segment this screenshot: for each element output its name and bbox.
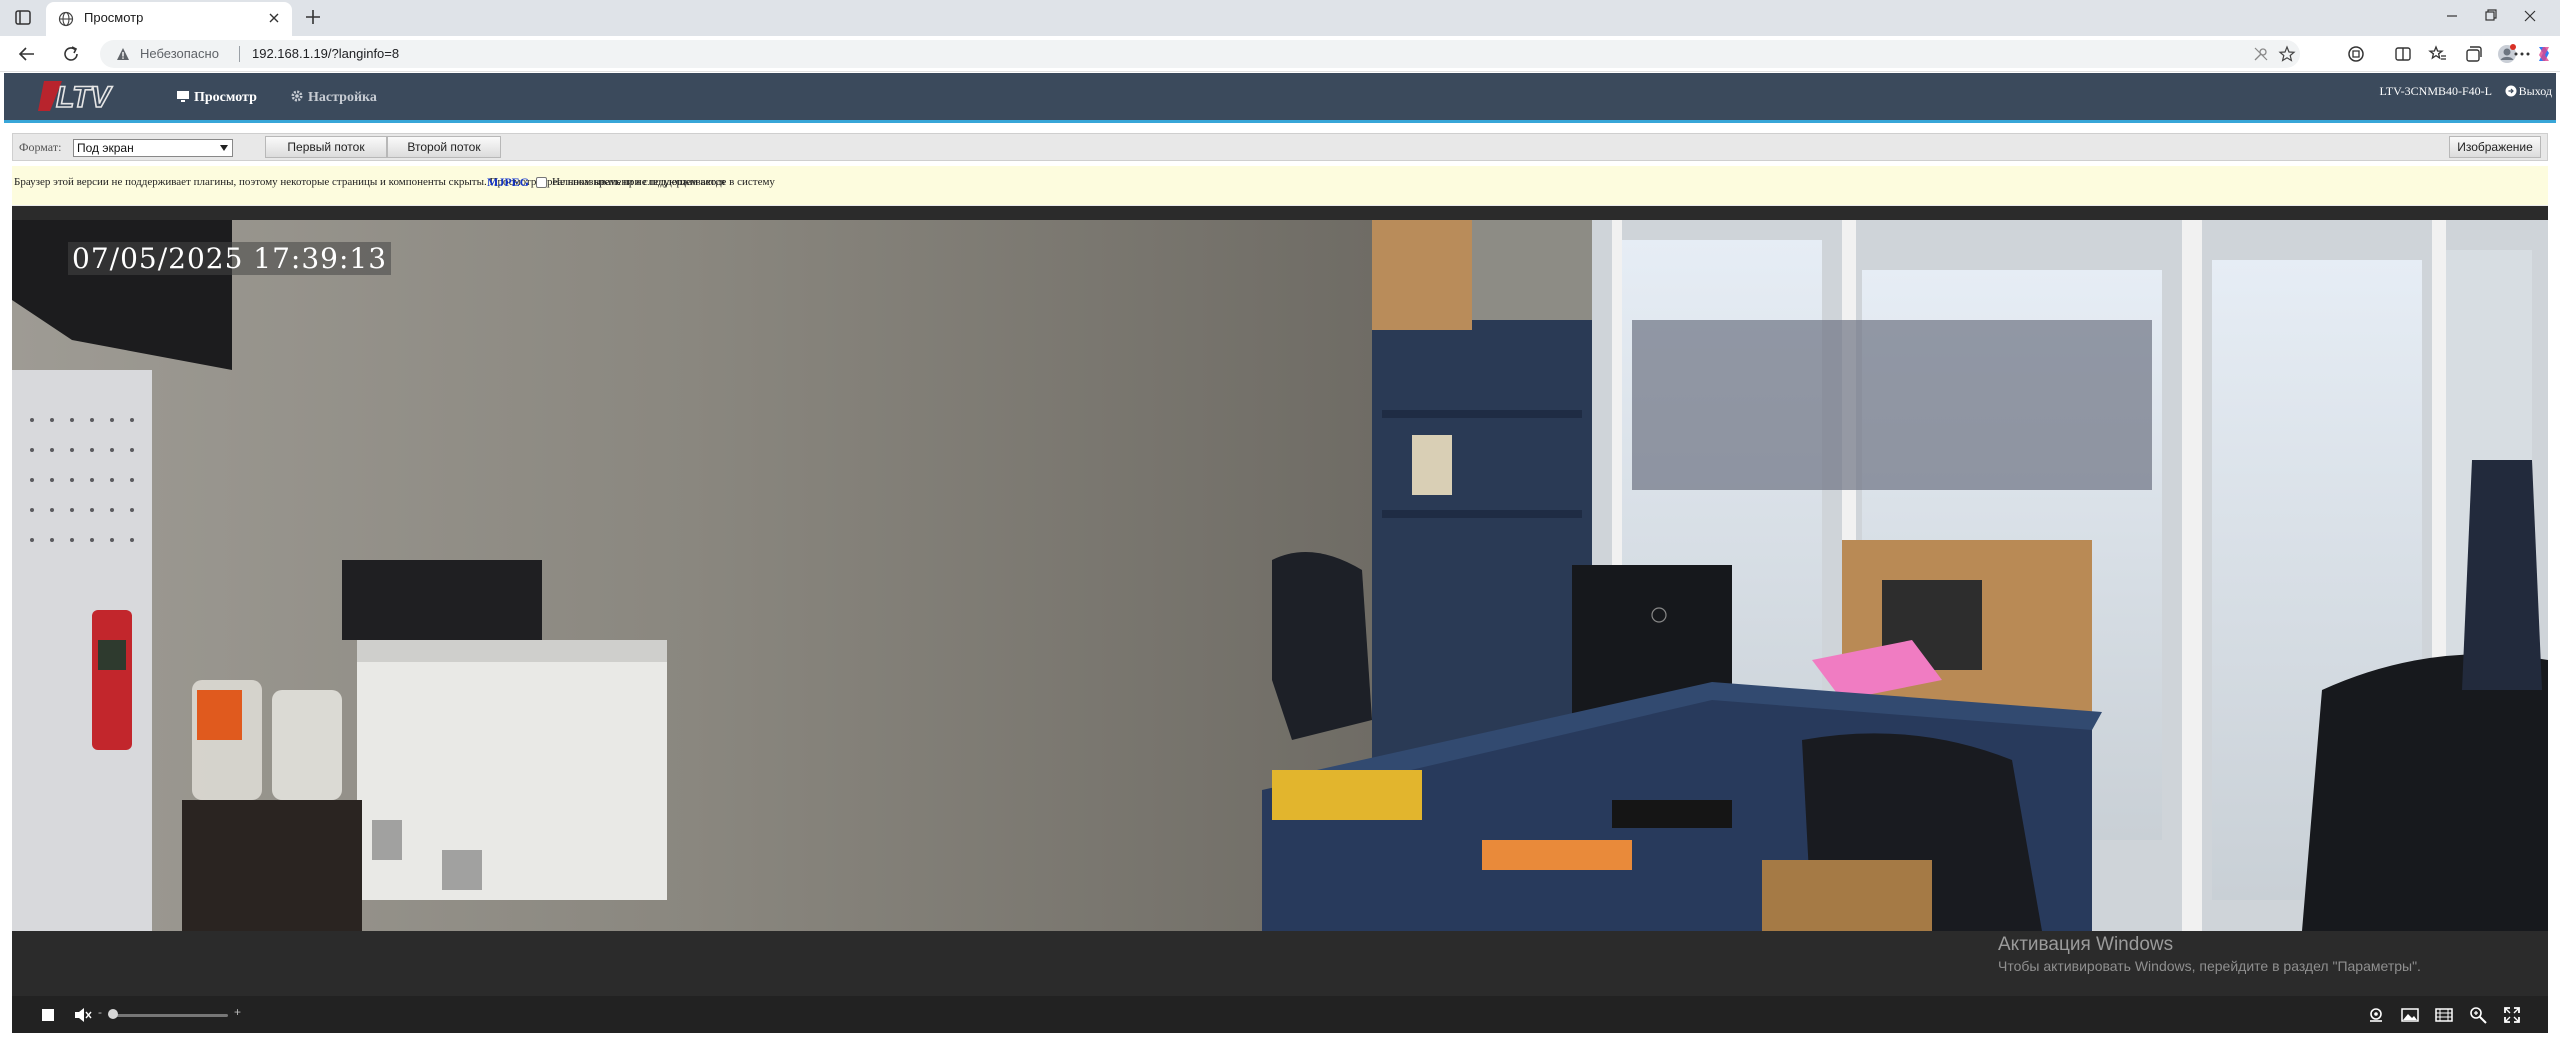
- windows-activation-title: Активация Windows: [1998, 934, 2174, 955]
- second-stream-button[interactable]: Второй поток: [387, 136, 501, 158]
- digital-zoom-icon[interactable]: [2468, 1005, 2488, 1025]
- format-selected-value: Под экран: [77, 141, 134, 155]
- browser-tab-active[interactable]: Просмотр: [46, 2, 292, 36]
- volume-mute-icon[interactable]: [72, 1005, 92, 1025]
- collections-icon[interactable]: [2462, 43, 2484, 65]
- image-settings-button[interactable]: Изображение: [2449, 136, 2541, 158]
- osd-timestamp: 07/05/2025 17:39:13: [68, 242, 392, 275]
- first-stream-button[interactable]: Первый поток: [265, 136, 387, 158]
- favorite-star-icon[interactable]: [2278, 45, 2296, 63]
- ptz-control-icon[interactable]: [2366, 1005, 2386, 1025]
- browser-tab-bar: Просмотр: [0, 0, 2560, 36]
- warning-icon[interactable]: [116, 47, 130, 61]
- nav-live-view[interactable]: Просмотр: [176, 89, 257, 109]
- stop-icon[interactable]: [38, 1005, 58, 1025]
- logout-label: Выход: [2518, 84, 2552, 98]
- snapshot-icon[interactable]: [2400, 1005, 2420, 1025]
- not-secure-label: Небезопасно: [140, 46, 219, 61]
- format-select[interactable]: Под экран: [73, 139, 233, 157]
- nav-live-label: Просмотр: [194, 90, 257, 105]
- split-screen-icon[interactable]: [2392, 43, 2414, 65]
- dont-show-checkbox[interactable]: [536, 177, 547, 188]
- windows-activation-subtitle: Чтобы активировать Windows, перейдите в …: [1998, 958, 2421, 974]
- extensions-icon[interactable]: [2345, 43, 2367, 65]
- view-toolbar: Формат: Под экран Первый поток Второй по…: [12, 133, 2548, 161]
- back-arrow-icon[interactable]: [16, 43, 38, 65]
- url-divider: [239, 46, 240, 62]
- url-text[interactable]: 192.168.1.19/?langinfo=8: [252, 46, 399, 61]
- restore-icon[interactable]: [2478, 6, 2502, 26]
- logout-button[interactable]: Выход: [2505, 84, 2552, 99]
- web-page: LTV Просмотр Настройка LTV-3CNMB40-F40-L…: [4, 73, 2556, 1037]
- format-label: Формат:: [19, 140, 62, 154]
- more-options-icon[interactable]: [2513, 43, 2531, 65]
- close-tab-icon[interactable]: [266, 10, 282, 26]
- dont-show-label: Не показывать при следующем входе в сист…: [552, 176, 775, 188]
- camera-scene-image: [12, 220, 2548, 931]
- device-name: LTV-3CNMB40-F40-L: [2379, 84, 2492, 98]
- new-tab-icon[interactable]: [302, 6, 324, 28]
- fullscreen-icon[interactable]: [2502, 1005, 2522, 1025]
- ltv-logo: LTV: [32, 77, 132, 115]
- record-video-icon[interactable]: [2434, 1005, 2454, 1025]
- volume-plus: +: [234, 1005, 242, 1019]
- reload-icon[interactable]: [60, 43, 82, 65]
- favorites-icon[interactable]: [2427, 43, 2449, 65]
- video-player: 07/05/2025 17:39:13 Активация Windows Чт…: [12, 206, 2548, 1033]
- url-field[interactable]: Небезопасно 192.168.1.19/?langinfo=8: [100, 40, 2300, 68]
- volume-minus: -: [98, 1005, 102, 1019]
- volume-slider[interactable]: [110, 1014, 228, 1017]
- globe-icon: [58, 11, 74, 27]
- minimize-icon[interactable]: [2440, 6, 2464, 26]
- tab-title: Просмотр: [84, 10, 144, 25]
- plugin-notice: Браузер этой версии не поддерживает плаг…: [12, 166, 2548, 206]
- copilot-icon[interactable]: [2533, 43, 2555, 65]
- svg-text:LTV: LTV: [56, 81, 113, 114]
- live-video-feed[interactable]: 07/05/2025 17:39:13: [12, 220, 2548, 931]
- gear-icon: [291, 90, 303, 102]
- nav-settings[interactable]: Настройка: [290, 89, 377, 109]
- browser-address-bar: Небезопасно 192.168.1.19/?langinfo=8: [0, 36, 2560, 72]
- logout-icon: [2505, 85, 2517, 97]
- app-header: LTV Просмотр Настройка LTV-3CNMB40-F40-L…: [4, 73, 2556, 123]
- monitor-icon: [177, 91, 189, 102]
- close-window-icon[interactable]: [2518, 6, 2542, 26]
- chevron-down-icon: [220, 145, 228, 151]
- no-password-key-icon[interactable]: [2252, 45, 2270, 63]
- mjpeg-link[interactable]: MJPEG: [487, 175, 529, 190]
- tab-actions-icon[interactable]: [10, 8, 36, 28]
- volume-slider-handle[interactable]: [108, 1009, 118, 1019]
- player-controls: - +: [12, 996, 2548, 1033]
- nav-settings-label: Настройка: [308, 90, 377, 105]
